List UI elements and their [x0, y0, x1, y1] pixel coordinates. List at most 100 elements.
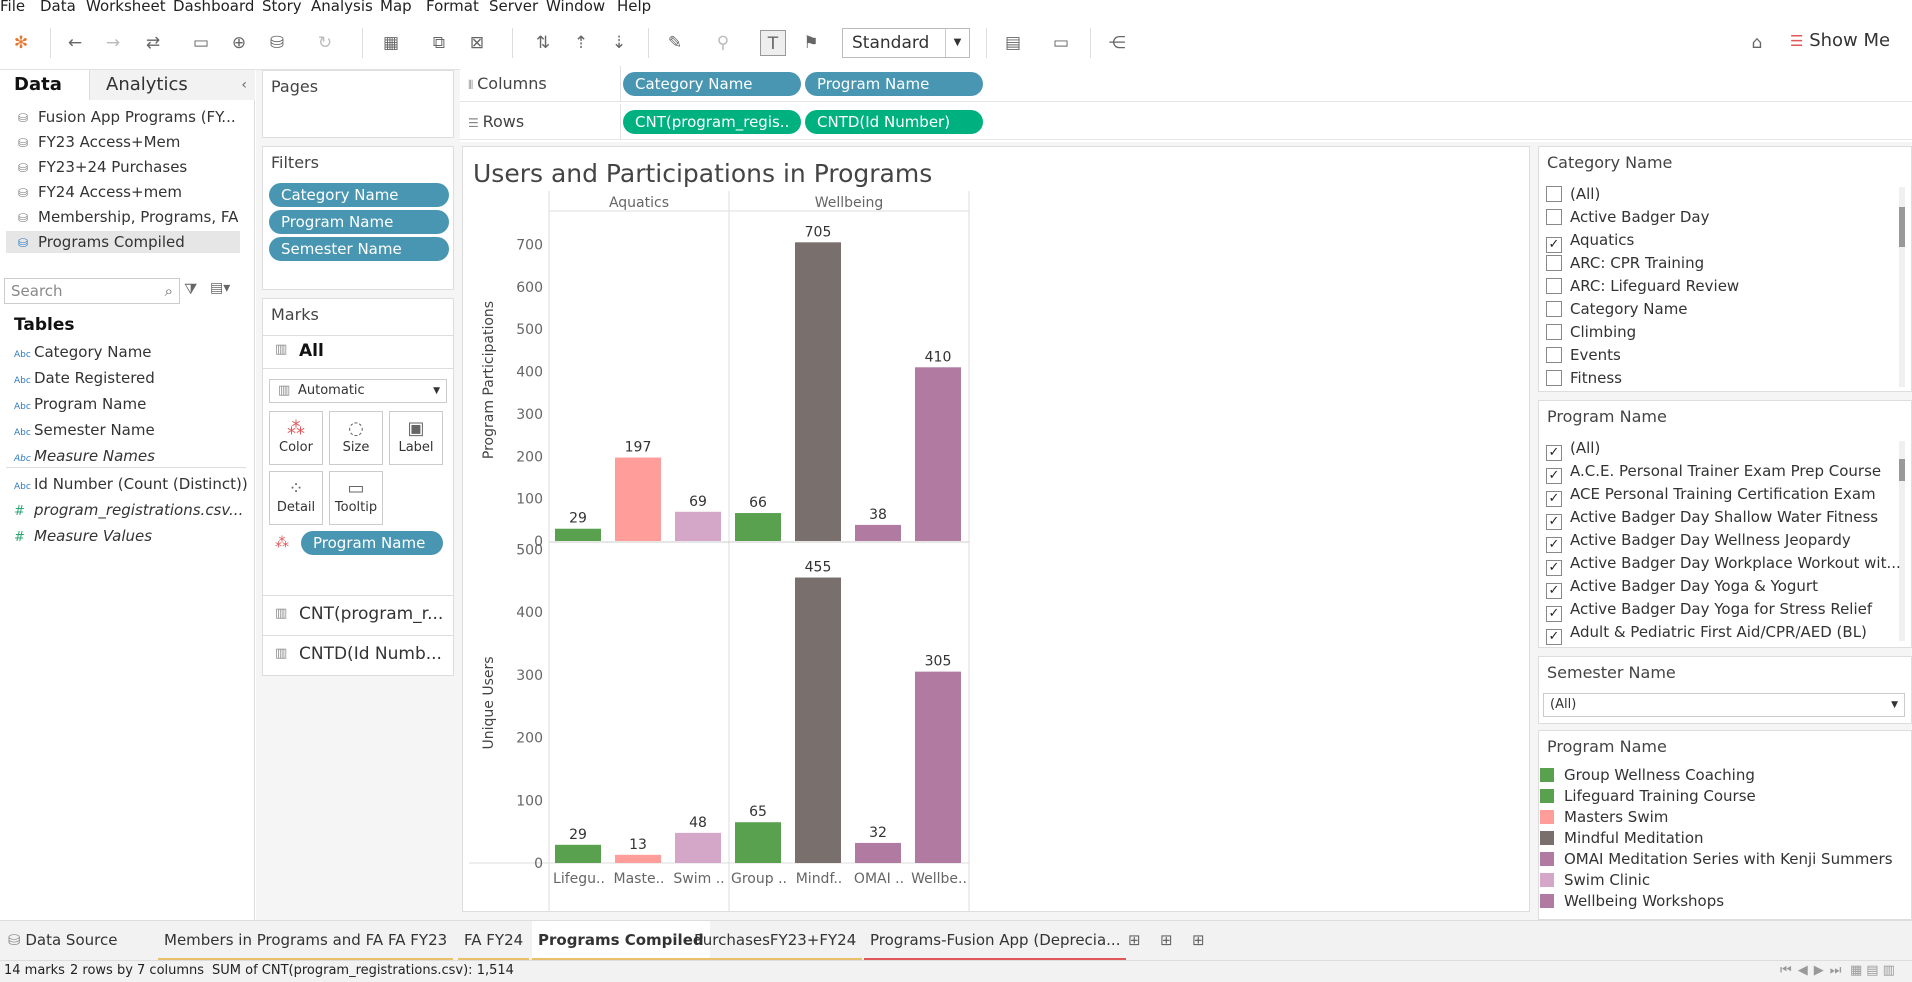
legend-item[interactable]: OMAI Meditation Series with Kenji Summer… — [1540, 849, 1893, 870]
menu-analysis[interactable]: Analysis — [311, 0, 373, 14]
category-checkbox-item[interactable]: Events — [1546, 344, 1621, 366]
tooltip-button[interactable]: ▭ Tooltip — [329, 471, 383, 525]
sheet-tab[interactable]: PurchasesFY23+FY24 — [688, 921, 863, 961]
legend-item[interactable]: Mindful Meditation — [1540, 828, 1704, 849]
menu-data[interactable]: Data — [40, 0, 76, 14]
new-worksheet-icon[interactable]: ▦ — [378, 30, 404, 56]
menu-file[interactable]: File — [0, 0, 25, 14]
datasource-item[interactable]: ⛁ FY24 Access+mem — [18, 181, 182, 203]
checkbox-checked-icon[interactable]: ✓ — [1546, 514, 1562, 530]
highlight-icon[interactable]: ✎ — [662, 30, 688, 56]
view-toggle-icons[interactable]: ▦▤▥ — [1850, 961, 1899, 981]
pause-updates-icon[interactable]: ⛁ — [264, 30, 290, 56]
field-item[interactable]: # program_registrations.csv... — [14, 498, 243, 522]
new-dashboard-icon[interactable]: ⊞ — [1154, 921, 1179, 961]
menu-help[interactable]: Help — [617, 0, 651, 14]
measure-tab[interactable]: ▥ CNT(program_r... — [263, 595, 453, 635]
program-checkbox-item[interactable]: ✓ Active Badger Day Yoga & Yogurt — [1546, 575, 1818, 599]
pages-card[interactable]: Pages — [262, 70, 454, 138]
menu-story[interactable]: Story — [262, 0, 302, 14]
size-button[interactable]: ◌ Size — [329, 411, 383, 465]
menu-map[interactable]: Map — [380, 0, 412, 14]
scrollbar-thumb[interactable] — [1899, 207, 1905, 247]
undo-icon[interactable]: ← — [62, 30, 88, 56]
filter-pill[interactable]: Category Name — [269, 183, 449, 207]
field-item[interactable]: Abc Category Name — [14, 340, 152, 364]
measure-tab[interactable]: ▥ CNTD(Id Numb... — [263, 635, 453, 675]
checkbox-checked-icon[interactable]: ✓ — [1546, 629, 1562, 645]
checkbox-checked-icon[interactable]: ✓ — [1546, 445, 1562, 461]
checkbox-icon[interactable] — [1546, 209, 1562, 225]
group-members-icon[interactable]: ⚲ — [710, 30, 736, 56]
field-item[interactable]: Abc Date Registered — [14, 366, 155, 390]
program-checkbox-item[interactable]: ✓ Active Badger Day Wellness Jeopardy — [1546, 529, 1851, 553]
field-item[interactable]: Abc Semester Name — [14, 418, 155, 442]
category-checkbox-item[interactable]: Category Name — [1546, 298, 1688, 320]
checkbox-icon[interactable] — [1546, 301, 1562, 317]
legend-item[interactable]: Wellbeing Workshops — [1540, 891, 1724, 912]
datasource-item[interactable]: ⛁ Fusion App Programs (FY... — [18, 106, 236, 128]
detail-button[interactable]: ⁘ Detail — [269, 471, 323, 525]
legend-item[interactable]: Group Wellness Coaching — [1540, 765, 1755, 786]
redo-icon[interactable]: → — [100, 30, 126, 56]
program-checkbox-item[interactable]: ✓ ACE Personal Training Certification Exa… — [1546, 483, 1876, 507]
filter-icon[interactable]: ⧩ — [184, 280, 197, 298]
datasource-item[interactable]: ⛁ FY23 Access+Mem — [18, 131, 180, 153]
checkbox-checked-icon[interactable]: ✓ — [1546, 537, 1562, 553]
category-checkbox-item[interactable]: ARC: CPR Training — [1546, 252, 1704, 274]
paintbrush-icon[interactable]: ⌂ — [1744, 30, 1770, 56]
legend-item[interactable]: Swim Clinic — [1540, 870, 1650, 891]
column-pill[interactable]: Program Name — [805, 72, 983, 96]
tab-data[interactable]: Data — [0, 70, 90, 100]
duplicate-icon[interactable]: ⧉ — [426, 30, 452, 56]
datasource-item-selected[interactable]: ⛁ Programs Compiled — [6, 231, 240, 253]
save-icon[interactable]: ▭ — [188, 30, 214, 56]
scrollbar-thumb[interactable] — [1899, 459, 1905, 481]
checkbox-checked-icon[interactable]: ✓ — [1546, 560, 1562, 576]
rows-shelf[interactable]: ☰ Rows CNT(program_regis.. CNTD(Id Numbe… — [460, 104, 1912, 140]
scrollbar[interactable] — [1899, 187, 1905, 387]
checkbox-icon[interactable] — [1546, 186, 1562, 202]
semester-dropdown[interactable]: (All) ▼ — [1543, 693, 1905, 717]
color-button[interactable]: ⁂ Color — [269, 411, 323, 465]
show-mark-labels-icon[interactable]: T — [760, 30, 786, 56]
new-datasource-icon[interactable]: ⊕ — [226, 30, 252, 56]
program-checkbox-item[interactable]: ✓ Adult & Pediatric First Aid/CPR/AED (BL… — [1546, 621, 1867, 645]
program-checkbox-item[interactable]: ✓ Active Badger Day Yoga for Stress Relie… — [1546, 598, 1872, 622]
category-checkbox-item[interactable]: ARC: Lifeguard Review — [1546, 275, 1739, 297]
chevron-down-icon[interactable]: ▼ — [945, 29, 969, 57]
legend-item[interactable]: Masters Swim — [1540, 807, 1668, 828]
new-story-icon[interactable]: ⊞ — [1186, 921, 1211, 961]
sheet-tab[interactable]: FA FY23 — [382, 921, 454, 961]
category-checkbox-item[interactable]: Active Badger Day — [1546, 206, 1709, 228]
menu-server[interactable]: Server — [489, 0, 538, 14]
sheet-tab[interactable]: FA FY24 — [458, 921, 530, 961]
row-pill[interactable]: CNT(program_regis.. — [623, 110, 801, 134]
fix-axes-icon[interactable]: ⚑ — [798, 30, 824, 56]
tab-analytics[interactable]: Analytics ‹ — [90, 70, 255, 100]
tableau-logo-icon[interactable]: ✻ — [8, 30, 34, 56]
menu-dashboard[interactable]: Dashboard — [173, 0, 254, 14]
fit-mode-select[interactable]: Standard ▼ — [842, 28, 970, 58]
navigation-icons[interactable]: ⏮◀▶⏭ — [1780, 961, 1847, 981]
refresh-icon[interactable]: ↻ — [312, 30, 338, 56]
menu-format[interactable]: Format — [426, 0, 479, 14]
field-item[interactable]: Abc Id Number (Count (Distinct)) — [14, 472, 248, 496]
menu-worksheet[interactable]: Worksheet — [86, 0, 166, 14]
presentation-mode-icon[interactable]: ▭ — [1048, 30, 1074, 56]
program-checkbox-item[interactable]: ✓ Active Badger Day Workplace Workout wit… — [1546, 552, 1901, 576]
mark-type-select[interactable]: ▥ Automatic ▼ — [269, 379, 447, 403]
data-source-tab[interactable]: ⛁ Data Source — [2, 921, 123, 961]
clear-sheet-icon[interactable]: ⊠ — [464, 30, 490, 56]
program-checkbox-item[interactable]: ✓ (All) — [1546, 437, 1600, 461]
columns-shelf[interactable]: ⦀ Columns Category Name Program Name — [460, 66, 1912, 102]
checkbox-icon[interactable] — [1546, 324, 1562, 340]
checkbox-icon[interactable] — [1546, 347, 1562, 363]
datasource-item[interactable]: ⛁ Membership, Programs, FA — [18, 206, 238, 228]
category-checkbox-item[interactable]: Fitness — [1546, 367, 1622, 389]
sheet-tab[interactable]: Programs-Fusion App (Deprecia... — [864, 921, 1127, 961]
sheet-tab[interactable]: Members in Programs and FA — [158, 921, 390, 961]
checkbox-checked-icon[interactable]: ✓ — [1546, 491, 1562, 507]
program-checkbox-item[interactable]: ✓ A.C.E. Personal Trainer Exam Prep Cours… — [1546, 460, 1881, 484]
checkbox-checked-icon[interactable]: ✓ — [1546, 468, 1562, 484]
